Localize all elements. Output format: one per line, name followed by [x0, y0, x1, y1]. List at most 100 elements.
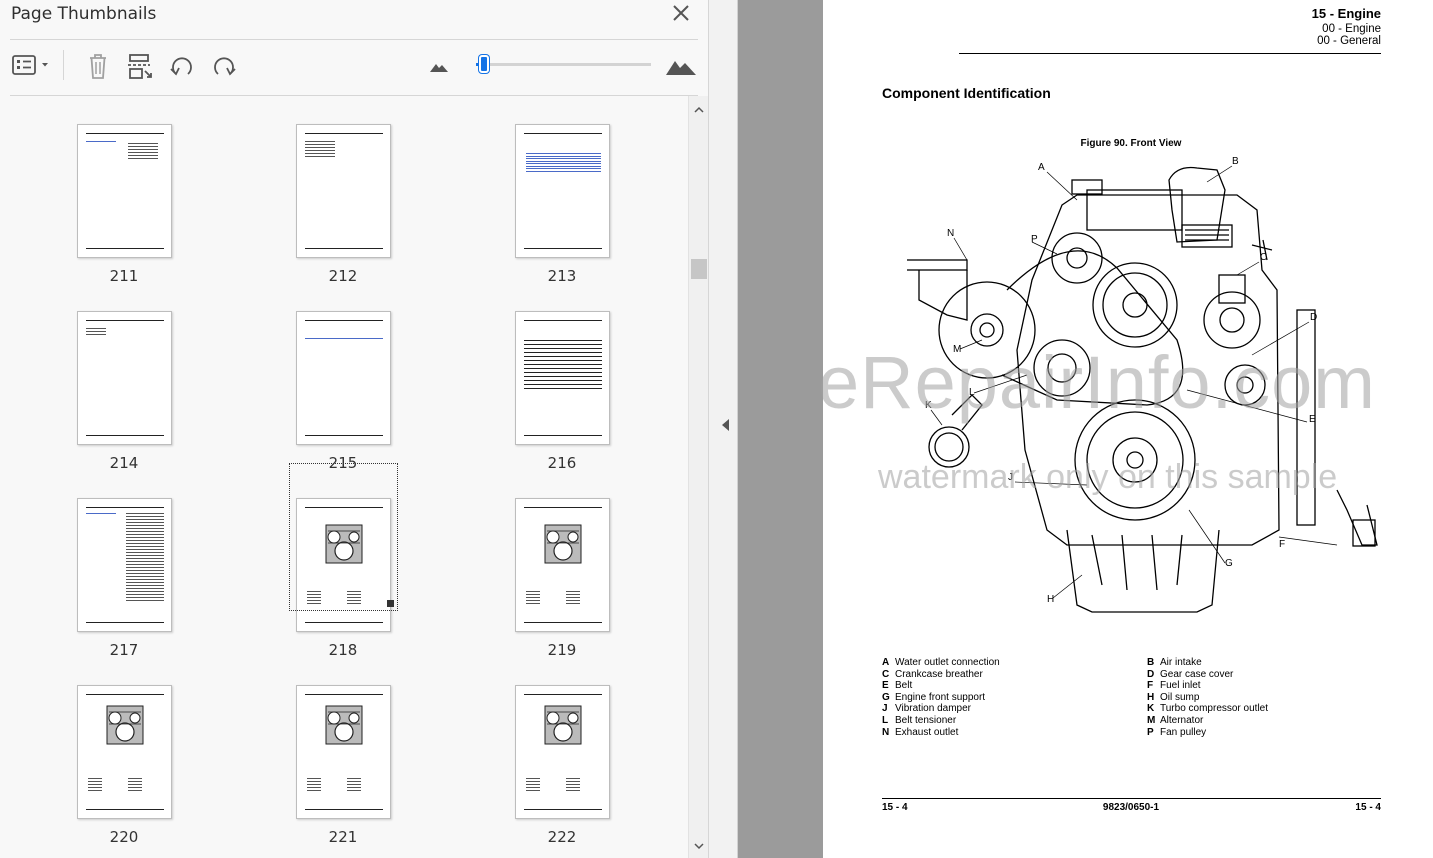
page-line: [86, 248, 164, 249]
callout-label: B: [1232, 156, 1239, 167]
page-thumbnail[interactable]: 211: [0, 96, 220, 285]
legend-key: B: [1147, 657, 1155, 668]
page-line: [524, 356, 602, 357]
page-line: [526, 603, 540, 604]
page-line: [305, 153, 335, 154]
page-line: [126, 549, 164, 550]
page-thumbnail[interactable]: 216: [438, 283, 658, 472]
page-thumbnail[interactable]: 222: [438, 657, 658, 846]
scroll-up-icon[interactable]: [693, 104, 705, 116]
page-line: [126, 555, 164, 556]
page-line: [86, 435, 164, 436]
page-line: [128, 146, 158, 147]
page-line: [307, 787, 321, 788]
toolbar-divider: [63, 50, 64, 80]
legend-key: P: [1147, 726, 1154, 738]
callout-label: G: [1225, 558, 1233, 569]
zoom-in-thumbnails-button[interactable]: [664, 50, 698, 82]
scroll-down-icon[interactable]: [693, 840, 705, 852]
page-line: [526, 787, 540, 788]
legend-key: H: [1147, 691, 1155, 703]
thumbnail-scrollbar[interactable]: [688, 96, 708, 858]
rotate-counterclockwise-button[interactable]: [167, 50, 197, 82]
page-line: [86, 694, 164, 695]
large-mountain-icon: [666, 61, 696, 75]
page-line: [128, 787, 142, 788]
rotate-clockwise-button[interactable]: [209, 50, 239, 82]
legend-key: C: [882, 668, 890, 680]
thumbnail-size-slider[interactable]: [476, 55, 651, 73]
legend-row: J Vibration damper: [882, 703, 1000, 715]
thumbnail-page-image: [515, 498, 610, 632]
page-line: [305, 435, 383, 436]
page-line: [524, 360, 602, 361]
page-line: [305, 809, 383, 810]
legend-row: A Water outlet connection: [882, 657, 1000, 669]
page-line: [526, 160, 601, 162]
watermark-text: eRepairInfo.com: [818, 341, 1376, 424]
page-line: [524, 348, 602, 349]
legend-text: Exhaust outlet: [895, 726, 959, 738]
page-line: [126, 516, 164, 517]
thumbnail-options-button[interactable]: [10, 50, 54, 82]
callout-label: F: [1279, 539, 1285, 550]
header-rule: [959, 53, 1381, 54]
legend-key: J: [882, 703, 888, 715]
legend-text: Belt: [895, 680, 913, 692]
small-mountain-icon: [430, 64, 448, 72]
footer-rule: [882, 798, 1381, 799]
page-thumbnail[interactable]: 218: [219, 463, 439, 659]
page-thumbnail[interactable]: 219: [438, 470, 658, 659]
legend-text: Fan pulley: [1160, 726, 1207, 738]
callout-label: A: [1038, 162, 1045, 173]
footer-page-number: 15 - 4: [1355, 802, 1381, 813]
page-thumbnail[interactable]: 217: [0, 470, 220, 659]
page-line: [526, 170, 601, 172]
footer-document-id: 9823/0650-1: [1102, 802, 1160, 813]
page-line: [126, 588, 164, 589]
page-line: [126, 579, 164, 580]
page-thumbnail[interactable]: 215: [219, 283, 439, 472]
delete-pages-button[interactable]: [83, 50, 113, 82]
slider-thumb[interactable]: [479, 55, 490, 73]
collapse-panel-icon[interactable]: [722, 419, 729, 431]
page-line: [126, 573, 164, 574]
close-icon: [673, 5, 689, 21]
page-thumbnail[interactable]: 213: [438, 96, 658, 285]
thumbnail-page-image: [515, 124, 610, 258]
page-line: [128, 152, 158, 153]
thumbnail-page-image: [77, 311, 172, 445]
page-line: [524, 340, 602, 341]
extract-pages-button[interactable]: [125, 50, 155, 82]
page-line: [524, 380, 602, 381]
close-panel-button[interactable]: [669, 2, 693, 24]
zoom-out-thumbnails-button[interactable]: [428, 50, 450, 82]
engine-thumbnail-drawing: [325, 705, 363, 745]
page-line: [126, 591, 164, 592]
page-line: [86, 507, 164, 508]
page-thumbnail[interactable]: 220: [0, 657, 220, 846]
page-line: [86, 133, 164, 134]
page-thumbnail[interactable]: 214: [0, 283, 220, 472]
panel-title: Page Thumbnails: [11, 4, 157, 24]
document-view[interactable]: 15 - Engine 00 - Engine 00 - General Com…: [738, 0, 1433, 858]
page-line: [307, 790, 321, 791]
page-line: [526, 155, 601, 157]
legend-key: G: [882, 691, 890, 703]
page-line: [526, 600, 540, 601]
page-thumbnail[interactable]: 212: [219, 96, 439, 285]
page-line: [526, 784, 540, 785]
scrollbar-thumb[interactable]: [691, 259, 707, 279]
page-line: [566, 603, 580, 604]
legend-row: L Belt tensioner: [882, 715, 1000, 727]
current-page-marker: [387, 600, 394, 607]
page-line: [526, 594, 540, 595]
engine-thumbnail-drawing: [544, 524, 582, 564]
page-line: [524, 133, 602, 134]
page-line: [128, 790, 142, 791]
legend-key: D: [1147, 668, 1155, 680]
page-line: [126, 576, 164, 577]
page-line: [86, 622, 164, 623]
panel-splitter[interactable]: [709, 0, 738, 858]
page-thumbnail[interactable]: 221: [219, 657, 439, 846]
